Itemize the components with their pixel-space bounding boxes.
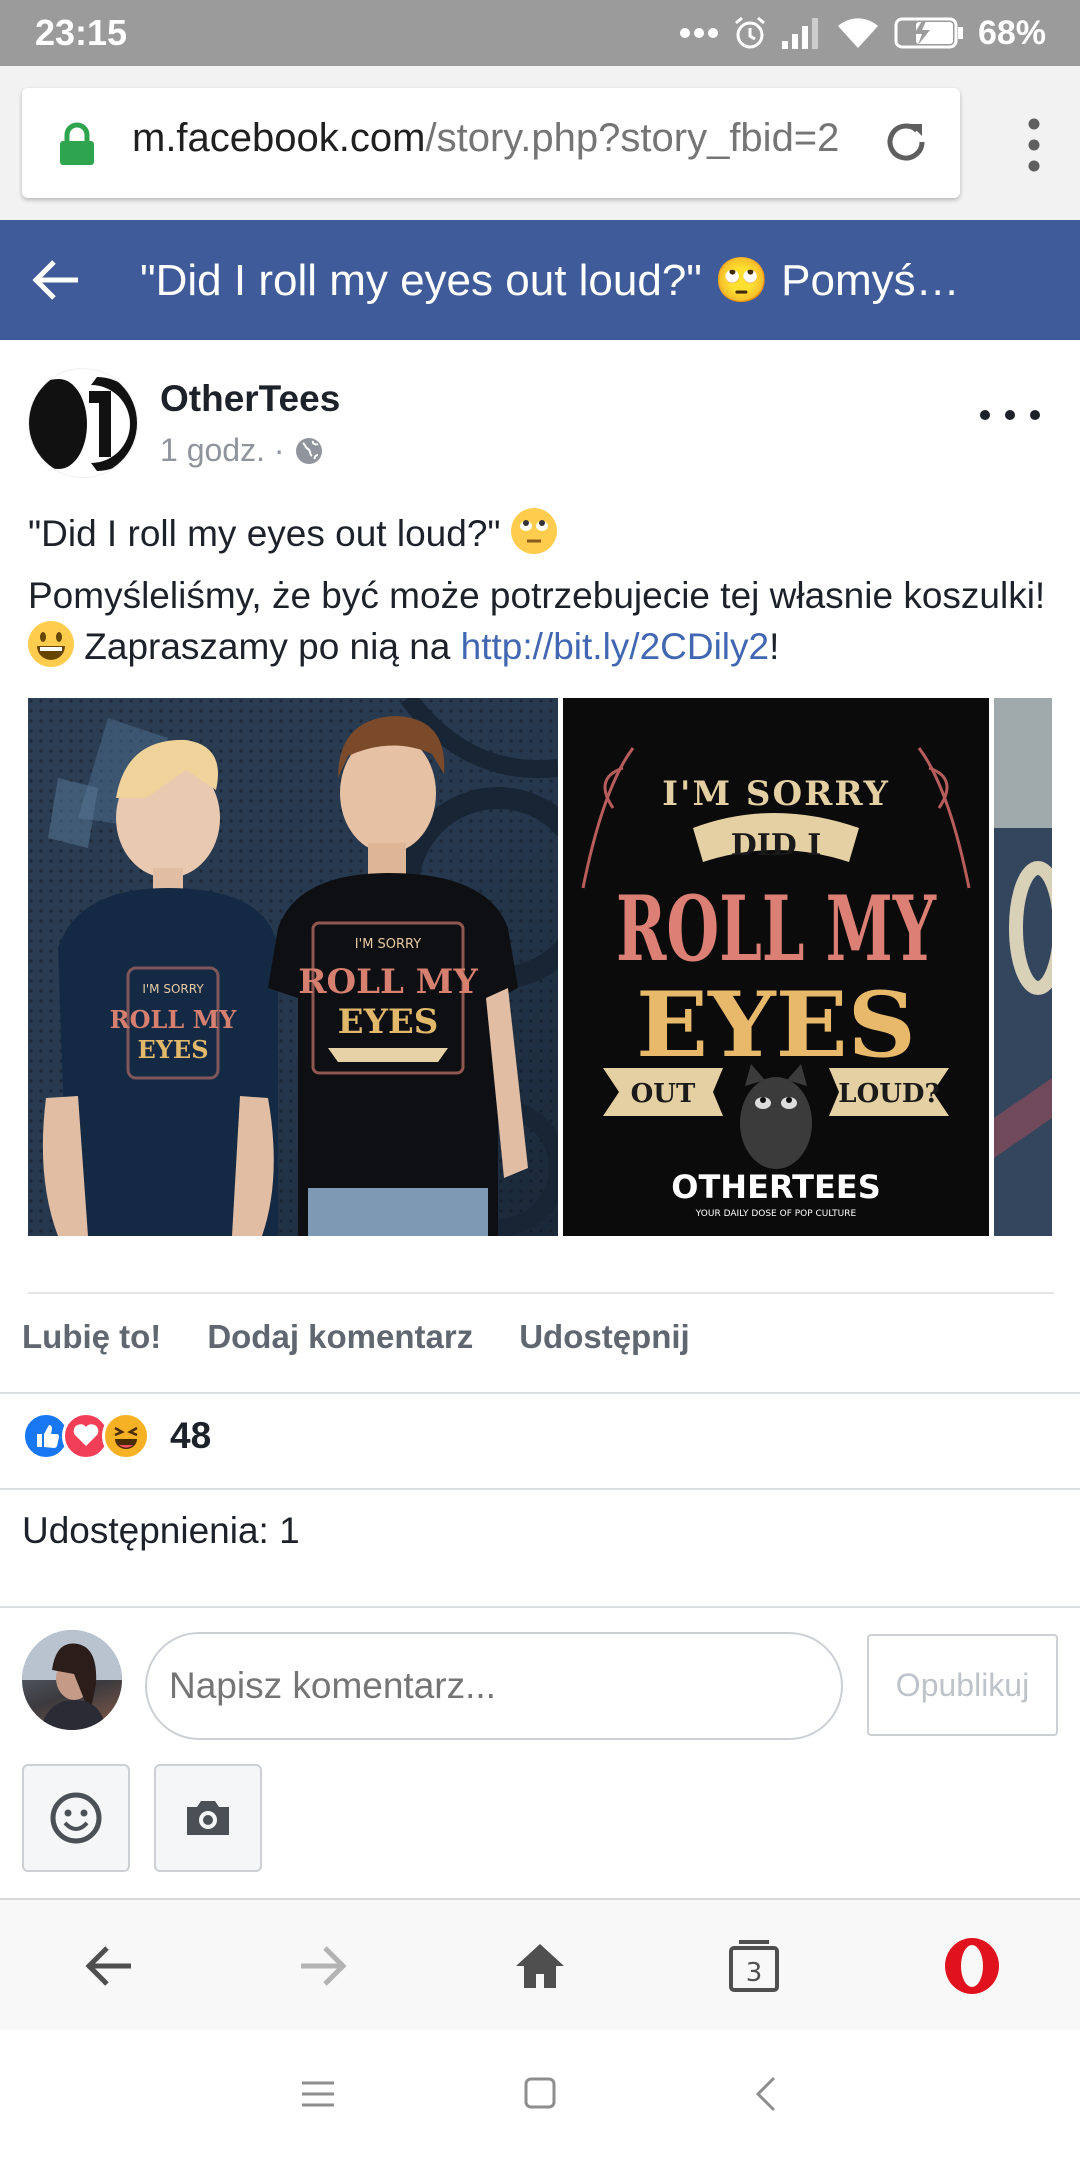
emoji-button[interactable] (22, 1764, 130, 1872)
status-icons: 68% (679, 10, 1046, 56)
separator (0, 1392, 1080, 1394)
art-line-1: I'M SORRY (662, 774, 890, 814)
battery-percent: 68% (977, 13, 1046, 52)
url-text[interactable]: m.facebook.com/story.php?story_fbid=2 (132, 116, 872, 161)
reactions-summary[interactable]: 48 (22, 1412, 211, 1460)
more-notifications-icon (679, 28, 718, 38)
browser-bottom-bar: 3 (0, 1898, 1080, 2030)
tabs-icon[interactable]: 3 (722, 1934, 786, 1998)
photo-button[interactable] (154, 1764, 262, 1872)
post-meta: 1 godz. · (160, 432, 323, 469)
cat-illustration (740, 1064, 812, 1169)
page-name[interactable]: OtherTees (160, 378, 340, 420)
post-time[interactable]: 1 godz. · (160, 432, 285, 469)
signal-icon (781, 18, 818, 49)
comment-input[interactable] (145, 1632, 843, 1740)
svg-text:ROLL MY: ROLL MY (110, 1005, 238, 1034)
publish-button[interactable]: Opublikuj (867, 1634, 1058, 1736)
post-line-1: "Did I roll my eyes out loud?" (28, 508, 1058, 559)
nav-back-icon[interactable] (76, 1934, 140, 1998)
post-divider (28, 1292, 1054, 1294)
wifi-icon (837, 18, 878, 48)
status-time: 23:15 (35, 12, 128, 53)
post-text: "Did I roll my eyes out loud?" Pomyśleli… (28, 508, 1058, 684)
partial-photo (994, 698, 1052, 1236)
art-ribbon-right: LOUD? (838, 1079, 939, 1109)
opera-icon[interactable] (940, 1934, 1004, 1998)
menu-dots-icon[interactable] (1028, 118, 1040, 172)
like-button[interactable]: Lubię to! (22, 1318, 161, 1368)
browser-toolbar: m.facebook.com/story.php?story_fbid=2 (0, 66, 1080, 220)
globe-icon (295, 437, 322, 464)
post-photo-2[interactable]: I'M SORRY DID I ROLL MY EYES OUT LOUD? O… (563, 698, 989, 1236)
address-bar[interactable]: m.facebook.com/story.php?story_fbid=2 (22, 88, 960, 198)
emoji-icon (50, 1792, 102, 1844)
lock-icon (60, 122, 94, 165)
reload-icon[interactable] (882, 118, 930, 166)
system-nav-bar (0, 2030, 1080, 2160)
post-photo-3[interactable] (994, 698, 1052, 1236)
othertees-logo (29, 377, 137, 471)
grinning-emoji-icon (28, 621, 74, 667)
art-line-2: DID I (731, 828, 822, 863)
story-title: "Did I roll my eyes out loud?" 🙄 Pomyśl… (140, 256, 960, 305)
svg-text:EYES: EYES (338, 1002, 439, 1042)
reaction-count: 48 (170, 1415, 212, 1456)
shirt-artwork: I'M SORRY DID I ROLL MY EYES OUT LOUD? O… (581, 747, 971, 1219)
haha-reaction-icon (102, 1412, 150, 1460)
back-arrow-icon[interactable] (30, 258, 80, 302)
art-tagline: YOUR DAILY DOSE OF POP CULTURE (695, 1209, 857, 1219)
page-avatar[interactable] (28, 368, 138, 478)
tabs-count: 3 (746, 1958, 763, 1988)
story-header: "Did I roll my eyes out loud?" 🙄 Pomyśl… (0, 220, 1080, 340)
art-ribbon-left: OUT (631, 1079, 696, 1109)
home-icon[interactable] (508, 1934, 572, 1998)
comment-button[interactable]: Dodaj komentarz (207, 1318, 473, 1368)
status-bar: 23:15 68% (0, 0, 1080, 66)
system-back-icon[interactable] (756, 2076, 776, 2112)
shares-count[interactable]: Udostępnienia: 1 (22, 1510, 300, 1552)
post-link[interactable]: http://bit.ly/2CDily2 (461, 626, 769, 667)
svg-text:ROLL MY: ROLL MY (298, 962, 478, 1002)
alarm-icon (734, 16, 765, 49)
art-brand: OTHERTEES (671, 1168, 880, 1206)
battery-icon (894, 17, 963, 49)
url-host: m.facebook.com (132, 116, 426, 160)
nav-forward-icon[interactable] (292, 1934, 356, 1998)
recent-apps-icon[interactable] (302, 2080, 334, 2108)
svg-text:EYES: EYES (137, 1035, 208, 1064)
more-icon[interactable] (980, 400, 1040, 430)
eye-roll-emoji-icon (510, 508, 557, 554)
art-line-4: EYES (636, 972, 916, 1078)
post-line-2: Pomyśleliśmy, że być może potrzebujecie … (28, 575, 1046, 667)
user-avatar (22, 1630, 122, 1730)
post-actions: Lubię to! Dodaj komentarz Udostępnij (22, 1318, 690, 1368)
separator (0, 1488, 1080, 1490)
post-photo-1[interactable]: I'M SORRY ROLL MY EYES I'M SORRY ROLL MY… (28, 698, 558, 1236)
art-line-3: ROLL MY (616, 876, 937, 982)
url-path: /story.php?story_fbid=2 (425, 116, 840, 160)
separator (0, 1606, 1080, 1608)
svg-text:I'M SORRY: I'M SORRY (355, 937, 421, 952)
models-photo: I'M SORRY ROLL MY EYES I'M SORRY ROLL MY… (28, 698, 558, 1236)
svg-text:I'M SORRY: I'M SORRY (142, 982, 204, 996)
system-home-icon[interactable] (524, 2077, 556, 2109)
share-button[interactable]: Udostępnij (519, 1318, 690, 1368)
camera-icon (187, 1801, 229, 1835)
